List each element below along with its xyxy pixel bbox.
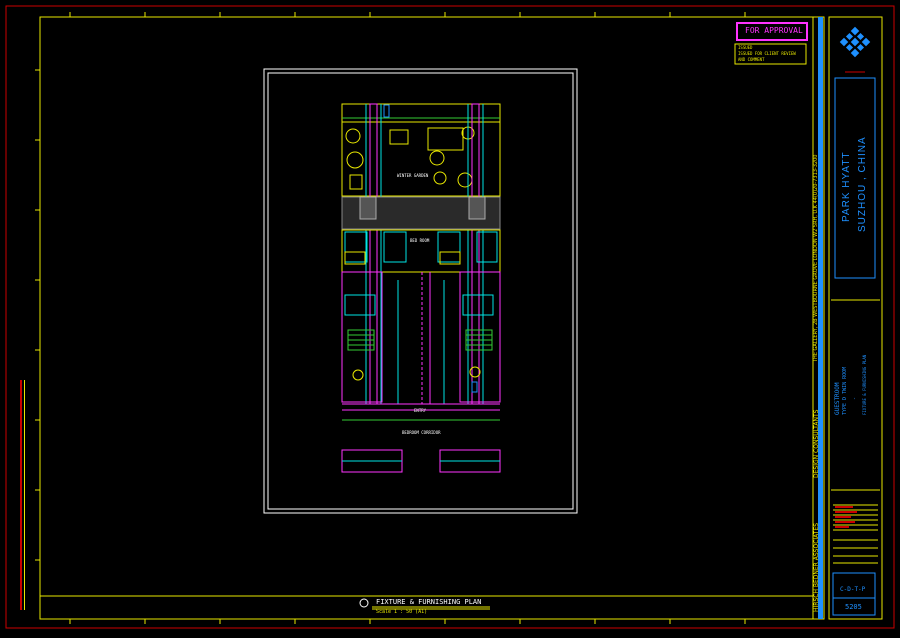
viewport-outer [263, 68, 578, 514]
consultant-address: THE GALLERY, 2B WESTBOURNE GROVE LONDON … [813, 154, 819, 362]
consultant-role: DESIGN CONSULTANTS [813, 409, 820, 478]
label-entry: ENTRY [414, 408, 427, 413]
label-winter-garden: WINTER GARDEN [397, 173, 429, 178]
viewport-inner [267, 72, 574, 510]
project-name-line2: SUZHOU , CHINA [857, 136, 868, 232]
title-block [828, 16, 883, 620]
approval-note-line1: ISSUED FOR CLIENT REVIEW [738, 51, 796, 56]
drawing-code: C-D-T-P [840, 586, 866, 593]
outer-border [5, 5, 895, 629]
drawing-category: GUESTROOM [834, 382, 841, 415]
label-corridor: BEDROOM CORRIDOR [402, 430, 441, 435]
drawing-scale: Scale 1 : 50 (A1) [376, 609, 428, 615]
floor-plan [341, 103, 501, 473]
approval-note-head: ISSUED [738, 45, 753, 50]
drawing-subject: FIXTURE & FURNISHING PLAN [862, 354, 867, 415]
drawing-dash: - [852, 396, 858, 400]
revision-table [833, 504, 878, 564]
approval-note-line2: AND COMMENT [738, 57, 765, 62]
left-edge-marks [20, 380, 22, 610]
title-bubble [359, 598, 369, 608]
label-bed-room: BED ROOM [410, 238, 430, 243]
project-name-line1: PARK HYATT [841, 151, 852, 222]
approval-label: FOR APPROVAL [745, 26, 803, 35]
drawing-title: FIXTURE & FURNISHING PLAN [376, 598, 482, 606]
drawing-type: TYPE D TWIN ROOM [842, 366, 848, 415]
project-logo [839, 26, 871, 58]
drawing-number: 5205 [845, 603, 862, 611]
drawing-frame [39, 16, 814, 620]
drawing-sheet: FOR APPROVAL ISSUED ISSUED FOR CLIENT RE… [0, 0, 900, 634]
consultant-firm: HIRSCH BEDNER ASSOCIATES [813, 522, 820, 612]
cad-drawing-canvas[interactable] [0, 0, 900, 634]
